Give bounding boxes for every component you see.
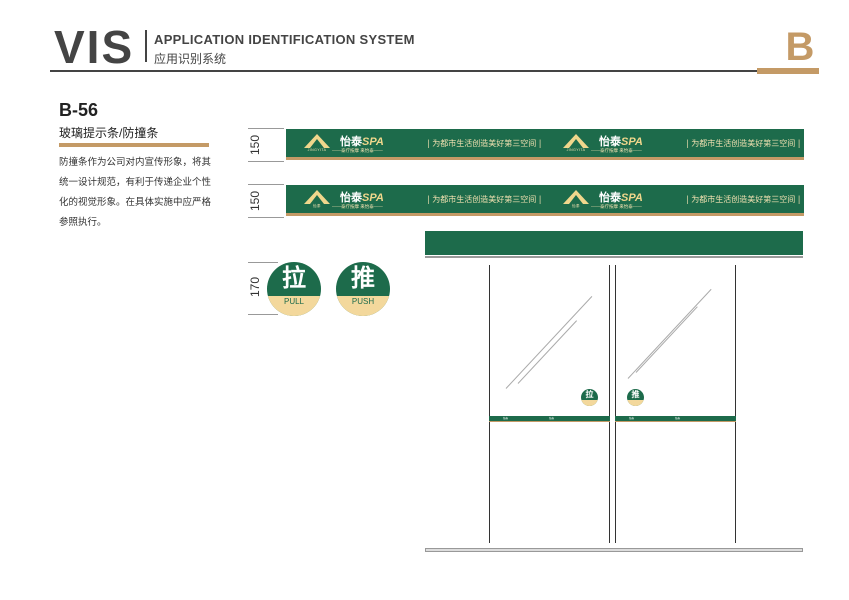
strip-unit: JINGYITA 怡泰SPA ——泰疗按摩 来怡泰—— | 为都市生活创造美好第…	[545, 129, 804, 157]
strip-unit: JINGYITA 怡泰SPA ——泰疗按摩 来怡泰—— | 为都市生活创造美好第…	[286, 129, 545, 157]
door-right-edge	[735, 265, 736, 543]
pull-sign-cn: 拉	[282, 265, 306, 292]
dim-strip1: 150	[248, 134, 262, 156]
page-description: 防撞条作为公司对内宣传形象，将其统一设计规范，有利于传递企业个性化的视觉形象。在…	[59, 157, 212, 228]
header-title-en: APPLICATION IDENTIFICATION SYSTEM	[154, 32, 415, 47]
strip-slogan: | 为都市生活创造美好第三空间 |	[427, 139, 542, 148]
dim-tick	[248, 184, 284, 185]
brand-tagline: ——泰疗按摩 来怡泰——	[591, 204, 642, 209]
glass-glare	[635, 306, 698, 373]
strip-slogan: | 为都市生活创造美好第三空间 |	[427, 195, 542, 204]
door-strip-brand: 怡泰	[629, 417, 635, 420]
door-header-beam	[425, 231, 803, 255]
dim-tick	[248, 161, 284, 162]
door-push-sign: 推	[627, 389, 644, 406]
door-strip-brand: 怡泰	[503, 417, 509, 420]
subtitle-rule	[59, 143, 209, 147]
section-letter: B	[785, 25, 815, 69]
door-center-edge	[615, 265, 616, 543]
brand-tagline: ——泰疗按摩 来怡泰——	[332, 148, 383, 153]
door-strip-right: 怡泰 怡泰	[615, 416, 736, 422]
door-left-edge	[489, 265, 490, 543]
strip-slogan: | 为都市生活创造美好第三空间 |	[686, 195, 801, 204]
door-push-sign-cn: 推	[631, 390, 640, 399]
strip-unit: 怡泰 怡泰SPA ——泰疗按摩 来怡泰—— | 为都市生活创造美好第三空间 |	[286, 185, 545, 213]
pull-sign-en: PULL	[283, 297, 304, 306]
door-floor-rail	[425, 548, 803, 552]
header-rule	[50, 70, 758, 72]
door-strip-left: 怡泰 怡泰	[489, 416, 610, 422]
brand-tagline: ——泰疗按摩 来怡泰——	[332, 204, 383, 209]
door-push-sign-band	[627, 400, 644, 406]
brand-tagline: ——泰疗按摩 来怡泰——	[591, 148, 642, 153]
brand-name: 怡泰SPA	[340, 136, 384, 148]
header-separator	[145, 30, 147, 62]
page-subtitle: 玻璃提示条/防撞条	[59, 126, 159, 140]
door-center-edge	[609, 265, 610, 543]
page-code: B-56	[59, 100, 99, 120]
glass-strip-2: 怡泰 怡泰SPA ——泰疗按摩 来怡泰—— | 为都市生活创造美好第三空间 | …	[286, 185, 804, 216]
push-sign-en: PUSH	[351, 297, 375, 306]
door-strip-brand: 怡泰	[675, 417, 681, 420]
vis-logo: VIS	[54, 21, 135, 73]
logo-text-cn: 怡泰	[313, 204, 321, 208]
strip-slogan: | 为都市生活创造美好第三空间 |	[686, 139, 801, 148]
door-header-rail	[425, 256, 803, 258]
header-accent-bar	[757, 68, 819, 74]
logo-text-en: JINGYITA	[566, 148, 586, 152]
dim-tick	[248, 262, 278, 263]
brand-name: 怡泰SPA	[599, 136, 643, 148]
dim-circle: 170	[248, 276, 262, 298]
door-pull-sign: 拉	[581, 389, 598, 406]
push-sign: 推 PUSH	[336, 262, 390, 316]
glass-strip-1: JINGYITA 怡泰SPA ——泰疗按摩 来怡泰—— | 为都市生活创造美好第…	[286, 129, 804, 160]
dim-tick	[248, 128, 284, 129]
glass-glare	[517, 320, 578, 384]
door-pull-sign-cn: 拉	[585, 390, 594, 399]
header-title-cn: 应用识别系统	[154, 52, 227, 66]
logo-text-en: JINGYITA	[307, 148, 327, 152]
brand-name: 怡泰SPA	[340, 192, 384, 204]
door-strip-brand: 怡泰	[549, 417, 555, 420]
logo-text-cn: 怡泰	[572, 204, 580, 208]
door-pull-sign-band	[581, 400, 598, 406]
push-sign-cn: 推	[351, 265, 375, 292]
strip-unit: 怡泰 怡泰SPA ——泰疗按摩 来怡泰—— | 为都市生活创造美好第三空间 |	[545, 185, 804, 213]
brand-name: 怡泰SPA	[599, 192, 643, 204]
dim-strip2: 150	[248, 190, 262, 212]
pull-sign: 拉 PULL	[267, 262, 321, 316]
glass-glare	[505, 296, 593, 389]
dim-tick	[248, 217, 284, 218]
